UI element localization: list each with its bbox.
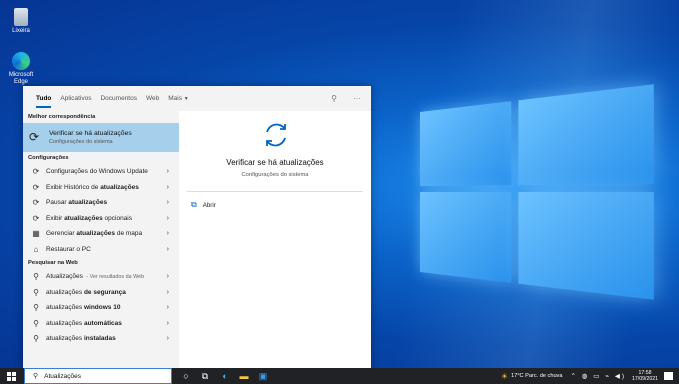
item-label: atualizações de segurança <box>46 288 126 296</box>
search-icon: ⚲ <box>33 373 39 380</box>
windows-logo-wallpaper <box>420 84 654 300</box>
chevron-right-icon[interactable]: › <box>167 269 169 285</box>
refresh-icon: ⟳ <box>32 198 40 208</box>
chevron-right-icon[interactable]: › <box>167 285 169 301</box>
item-label: atualizações instaladas <box>46 335 116 343</box>
clock[interactable]: 17:58 17/09/2021 <box>632 370 658 382</box>
search-icon: ⚲ <box>33 318 39 328</box>
web-item[interactable]: ⚲ Atualizações - Ver resultados da Web › <box>23 269 179 285</box>
clock-date: 17/09/2021 <box>632 376 658 382</box>
search-icon: ⚲ <box>33 272 39 282</box>
results-list: Melhor correspondência ⟳ Verificar se há… <box>23 111 179 368</box>
chevron-right-icon[interactable]: › <box>167 195 169 211</box>
file-explorer-icon[interactable]: ▬ <box>238 370 250 382</box>
desktop-icon-label: Lixeira <box>12 28 30 34</box>
weather-icon[interactable]: ☀ <box>501 372 508 381</box>
recycle-bin-icon <box>14 8 28 26</box>
settings-item[interactable]: ⟳ Configurações do Windows Update › <box>23 164 179 180</box>
settings-item[interactable]: ⌂ Restaurar o PC › <box>23 242 179 258</box>
settings-item[interactable]: ⟳ Pausar atualizações › <box>23 195 179 211</box>
settings-item[interactable]: ⟳ Exibir atualizações opcionais › <box>23 211 179 227</box>
divider <box>187 191 363 192</box>
system-tray: ☀ 17°C Parc. de chuva ⌃ ◍ ▭ ⌁ ◀) 17:58 1… <box>501 368 679 384</box>
tab-apps[interactable]: Aplicativos <box>60 86 91 111</box>
taskbar-search-input[interactable]: ⚲ Atualizações <box>24 368 172 384</box>
tab-more-label: Mais <box>168 95 182 102</box>
refresh-icon: ⟳ <box>32 213 40 223</box>
item-label: Exibir Histórico de atualizações <box>46 183 139 191</box>
desktop-icon-label: Microsoft Edge <box>8 72 34 85</box>
feedback-icon[interactable]: ⚲ <box>331 94 337 103</box>
chevron-right-icon[interactable]: › <box>167 316 169 332</box>
task-view-icon[interactable]: ⧉ <box>199 370 211 382</box>
item-label: atualizações automáticas <box>46 319 122 327</box>
windows-start-button[interactable] <box>7 372 16 381</box>
open-label: Abrir <box>202 201 216 209</box>
search-input-value: Atualizações <box>44 372 81 380</box>
store-icon[interactable]: ▣ <box>257 370 269 382</box>
section-header-best-match: Melhor correspondência <box>28 114 96 120</box>
best-match-subtitle: Configurações do sistema <box>49 139 113 145</box>
edge-icon <box>12 52 30 70</box>
chevron-right-icon[interactable]: › <box>167 180 169 196</box>
best-match-title: Verificar se há atualizações <box>49 130 132 137</box>
item-label: Configurações do Windows Update <box>46 168 148 176</box>
web-item[interactable]: ⚲ atualizações instaladas › <box>23 331 179 347</box>
tab-more[interactable]: Mais ▼ <box>168 86 189 111</box>
edge-taskbar-icon[interactable]: ◐ <box>219 370 231 382</box>
refresh-icon: ⟳ <box>29 130 40 144</box>
best-match-item[interactable]: ⟳ Verificar se há atualizações Configura… <box>23 123 179 152</box>
refresh-icon: ⟳ <box>32 182 40 192</box>
web-item[interactable]: ⚲ atualizações automáticas › <box>23 316 179 332</box>
item-label: Pausar atualizações <box>46 199 108 207</box>
tab-web[interactable]: Web <box>146 86 159 111</box>
chevron-right-icon[interactable]: › <box>167 331 169 347</box>
section-header-web: Pesquisar na Web <box>28 260 78 266</box>
more-options-icon[interactable]: ··· <box>353 94 361 103</box>
search-icon: ⚲ <box>33 334 39 344</box>
open-icon: ⧉ <box>191 200 197 209</box>
taskbar: ⚲ Atualizações ○ ⧉ ◐ ▬ ▣ ☀ 17°C Parc. de… <box>0 368 679 384</box>
item-label: Gerenciar atualizações de mapa <box>46 230 143 238</box>
weather-text[interactable]: 17°C Parc. de chuva <box>511 373 562 379</box>
chevron-right-icon[interactable]: › <box>167 211 169 227</box>
update-refresh-icon <box>266 123 286 147</box>
cortana-icon[interactable]: ○ <box>180 370 192 382</box>
chevron-right-icon[interactable]: › <box>167 242 169 258</box>
restore-icon: ⌂ <box>33 244 39 254</box>
item-label: Atualizações - Ver resultados da Web <box>46 273 145 281</box>
search-icon: ⚲ <box>33 287 39 297</box>
map-icon: ▦ <box>32 229 40 239</box>
tab-all[interactable]: Tudo <box>36 86 52 111</box>
chevron-right-icon[interactable]: › <box>167 226 169 242</box>
item-label: atualizações windows 10 <box>46 304 121 312</box>
refresh-icon: ⟳ <box>32 167 40 177</box>
tray-icons[interactable]: ⌃ ◍ ▭ ⌁ ◀) <box>570 372 626 380</box>
search-tabs: Tudo Aplicativos Documentos Web Mais ▼ ⚲… <box>23 86 371 111</box>
settings-item[interactable]: ▦ Gerenciar atualizações de mapa › <box>23 226 179 242</box>
detail-subtitle: Configurações do sistema <box>241 172 309 178</box>
web-item[interactable]: ⚲ atualizações de segurança › <box>23 285 179 301</box>
chevron-down-icon: ▼ <box>183 96 189 102</box>
search-icon: ⚲ <box>33 303 39 313</box>
desktop: Lixeira Microsoft Edge Tudo Aplicativos … <box>0 0 679 368</box>
item-label: Restaurar o PC <box>46 245 91 253</box>
notification-icon[interactable] <box>664 372 673 380</box>
chevron-right-icon[interactable]: › <box>167 164 169 180</box>
open-action[interactable]: ⧉ Abrir <box>191 200 216 210</box>
web-item[interactable]: ⚲ atualizações windows 10 › <box>23 300 179 316</box>
item-label: Exibir atualizações opcionais <box>46 214 133 222</box>
section-header-settings: Configurações <box>28 155 69 161</box>
tab-documents[interactable]: Documentos <box>100 86 137 111</box>
chevron-right-icon[interactable]: › <box>167 300 169 316</box>
result-detail-pane: Verificar se há atualizações Configuraçõ… <box>179 111 371 368</box>
search-panel: Tudo Aplicativos Documentos Web Mais ▼ ⚲… <box>23 86 371 368</box>
settings-item[interactable]: ⟳ Exibir Histórico de atualizações › <box>23 180 179 196</box>
desktop-icon-edge[interactable]: Microsoft Edge <box>3 52 39 86</box>
detail-title: Verificar se há atualizações <box>226 158 324 167</box>
desktop-icon-recycle-bin[interactable]: Lixeira <box>3 8 39 35</box>
